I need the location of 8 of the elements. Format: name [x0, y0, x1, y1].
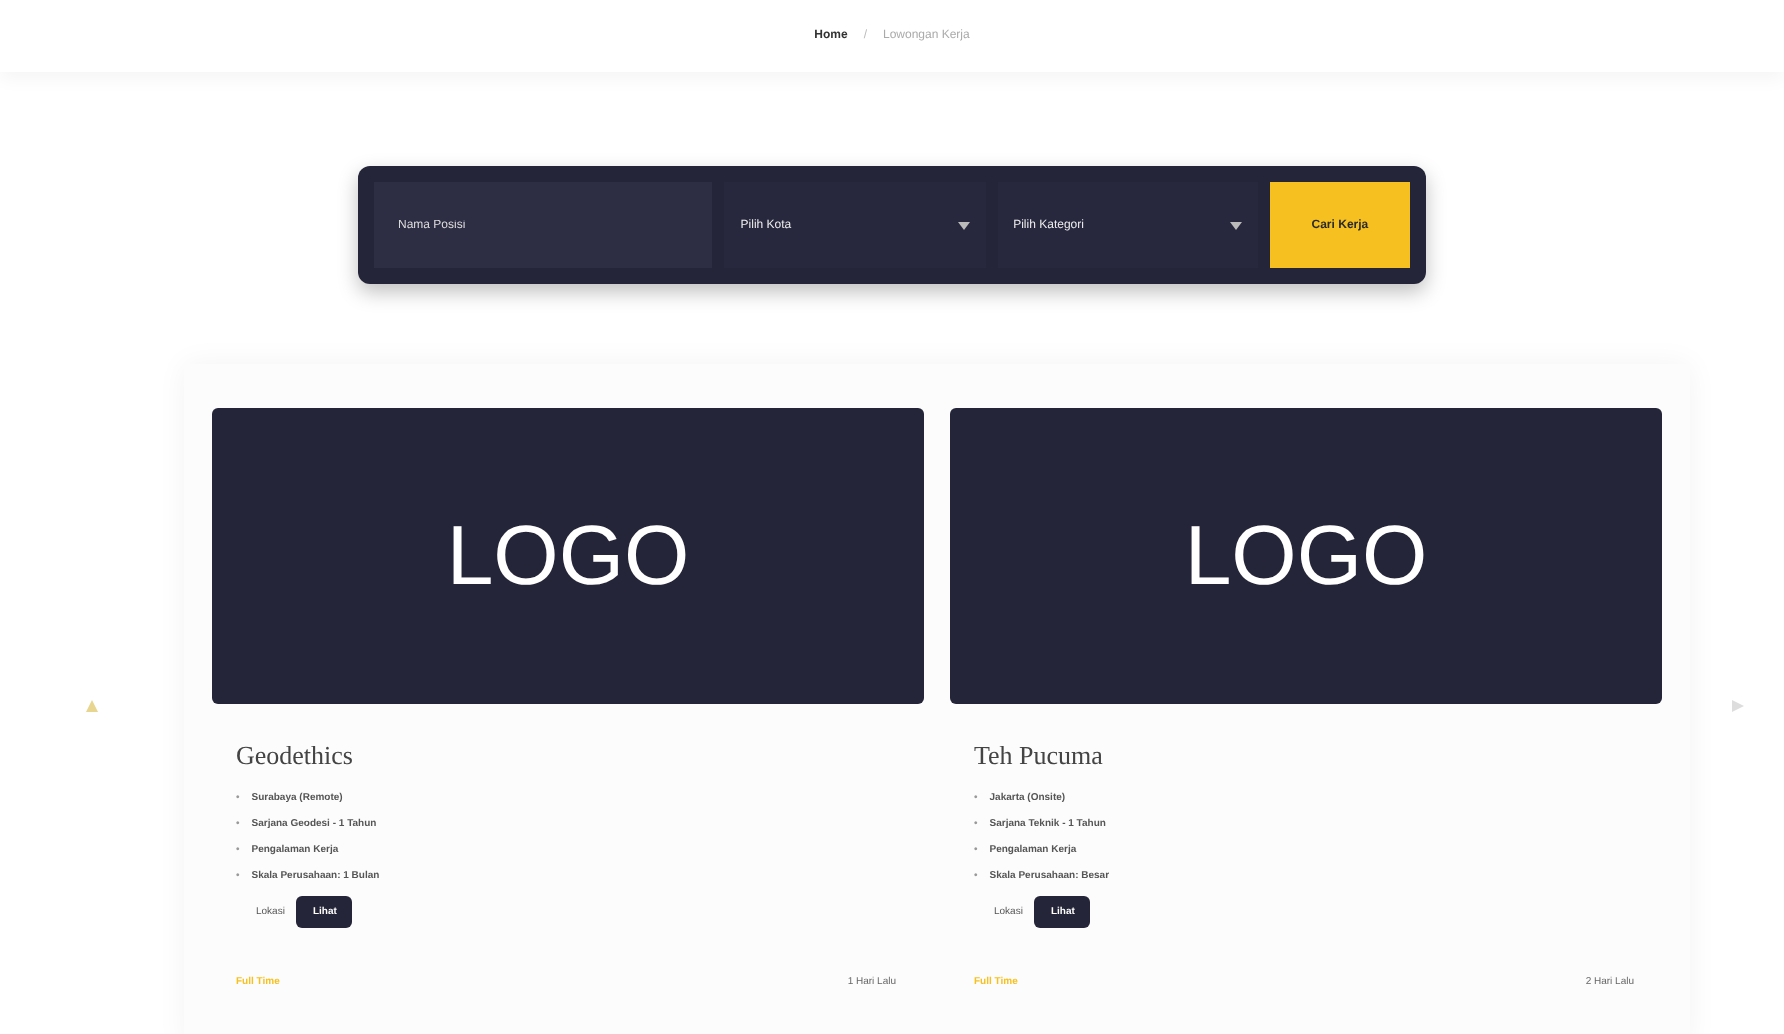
caret-icon: [957, 221, 970, 229]
previous-arrow-icon[interactable]: [82, 696, 102, 716]
next-arrow-icon[interactable]: [1727, 696, 1747, 716]
logo-text: LOGO: [1184, 508, 1428, 604]
caret-icon: [1229, 221, 1242, 229]
company-name: Teh Pucuma: [974, 740, 1105, 772]
logo-text: LOGO: [446, 508, 690, 604]
company-name: Geodethics: [236, 740, 355, 772]
